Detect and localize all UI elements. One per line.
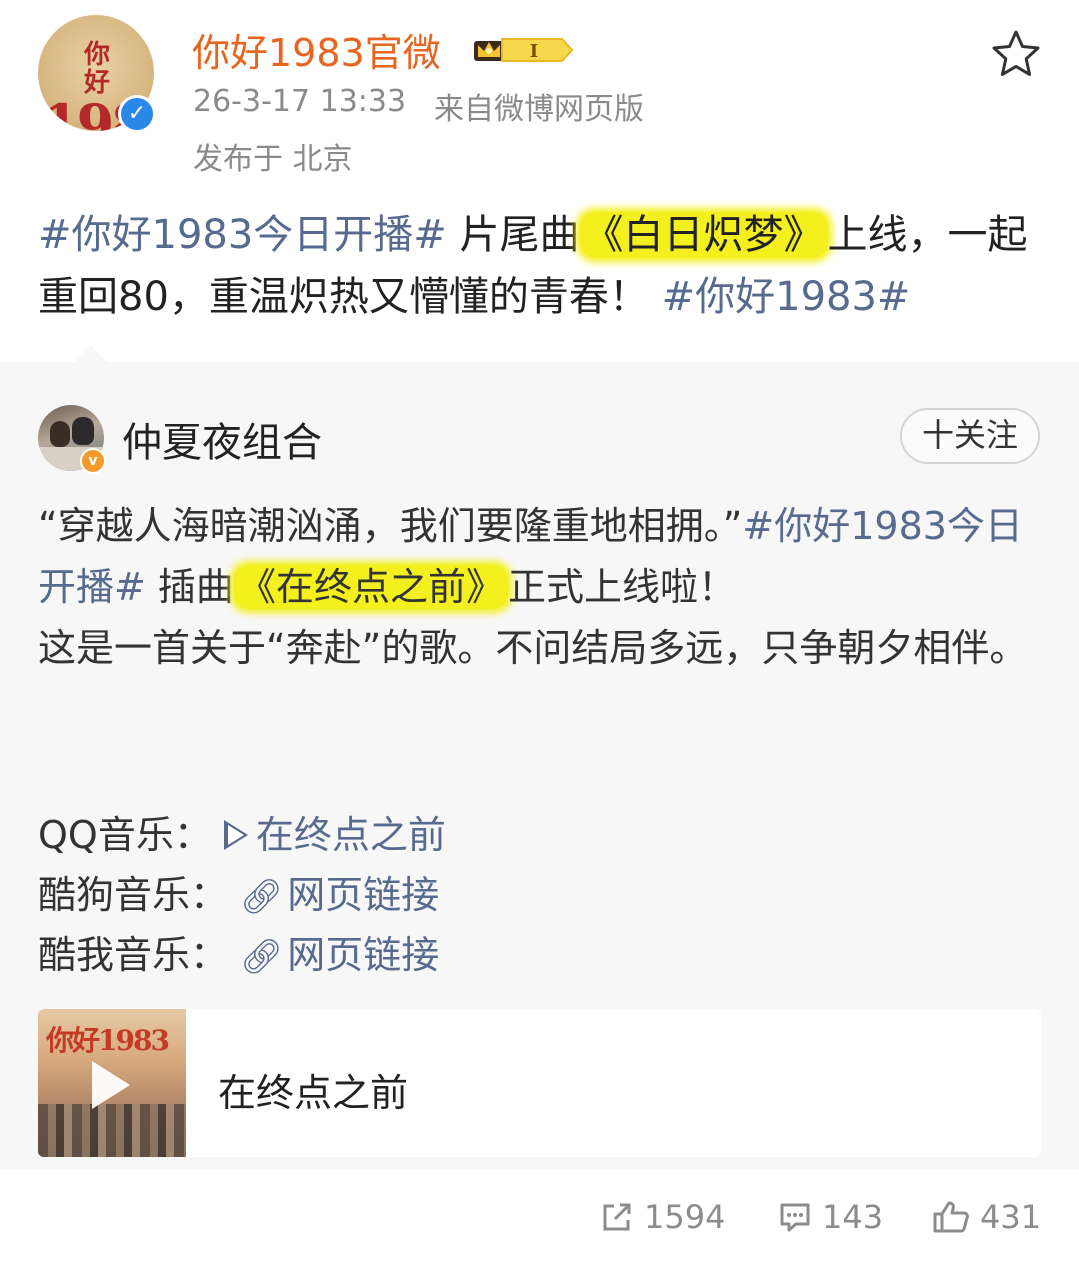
author-name[interactable]: 你好1983官微	[192, 22, 441, 77]
post-source: 来自微博网页版	[434, 92, 644, 127]
music-row-kugou: 酷狗音乐： 🔗︎ 网页链接	[38, 864, 439, 919]
repost-pointer	[74, 346, 108, 363]
thumbnail-image	[38, 1104, 186, 1157]
comment-icon	[780, 1203, 810, 1232]
follow-button[interactable]: 十关注	[900, 408, 1040, 464]
music-link-kuwo[interactable]: 🔗︎ 网页链接	[240, 933, 439, 977]
music-platform-label: 酷我音乐：	[38, 933, 229, 977]
music-link-kugou[interactable]: 🔗︎ 网页链接	[240, 873, 439, 917]
post-body: #你好1983今日开播# 片尾曲 《白日炽梦》 上线，一起重回80，重温炽热又懵懂的…	[38, 204, 1048, 328]
thumbnail-title: 你好1983	[46, 1024, 170, 1057]
post-text-segment: 片尾曲	[446, 212, 580, 258]
music-card-thumbnail[interactable]: 你好1983	[38, 1009, 186, 1157]
link-icon: 🔗︎	[240, 877, 284, 917]
like-count-button[interactable]: 431	[932, 1198, 1041, 1236]
music-card[interactable]: 你好1983	[38, 1009, 1041, 1157]
favorite-star-icon[interactable]	[990, 28, 1042, 80]
repost-text-line: 这是一首关于“奔赴”的歌。不问结局多远，只争朝夕相伴。	[38, 626, 1028, 670]
share-icon	[603, 1203, 631, 1231]
music-platform-label: 酷狗音乐：	[38, 873, 229, 917]
music-platform-label: QQ音乐：	[38, 813, 212, 857]
verified-badge-icon: v	[80, 448, 106, 474]
music-row-qq: QQ音乐： 在终点之前	[38, 804, 446, 859]
music-row-kuwo: 酷我音乐： 🔗︎ 网页链接	[38, 924, 439, 979]
post-location: 发布于 北京	[193, 142, 353, 177]
link-icon: 🔗︎	[240, 937, 284, 977]
repost-text-segment: 正式上线啦！	[507, 565, 736, 609]
repost-body: “穿越人海暗潮汹涌，我们要隆重地相拥。”#你好1983今日开播# 插曲 《在终点之…	[38, 496, 1048, 679]
music-card-title: 在终点之前	[218, 1071, 409, 1115]
repost-text-segment: 插曲	[145, 565, 234, 609]
highlighted-song-title: 《在终点之前》	[233, 565, 508, 609]
svg-text:I: I	[530, 41, 538, 62]
topic-link[interactable]: #你好1983今日开播#	[38, 212, 447, 258]
thumbs-up-icon	[933, 1201, 969, 1233]
repost-count-button[interactable]: 1594	[600, 1198, 725, 1236]
level-badge: I	[501, 38, 574, 62]
post-time: 26-3-17 13:33	[193, 84, 407, 119]
repost-user-name[interactable]: 仲夏夜组合	[122, 410, 322, 468]
highlighted-song-title: 《白日炽梦》	[579, 212, 828, 258]
play-icon[interactable]	[92, 1061, 130, 1109]
comment-count-button[interactable]: 143	[778, 1198, 883, 1236]
play-icon	[223, 820, 248, 850]
topic-link[interactable]: #你好1983#	[662, 274, 911, 320]
verified-badge-icon: ✓	[118, 95, 156, 133]
music-link-qq[interactable]: 在终点之前	[223, 813, 446, 857]
repost-quote: “穿越人海暗潮汹涌，我们要隆重地相拥。”	[38, 504, 743, 548]
